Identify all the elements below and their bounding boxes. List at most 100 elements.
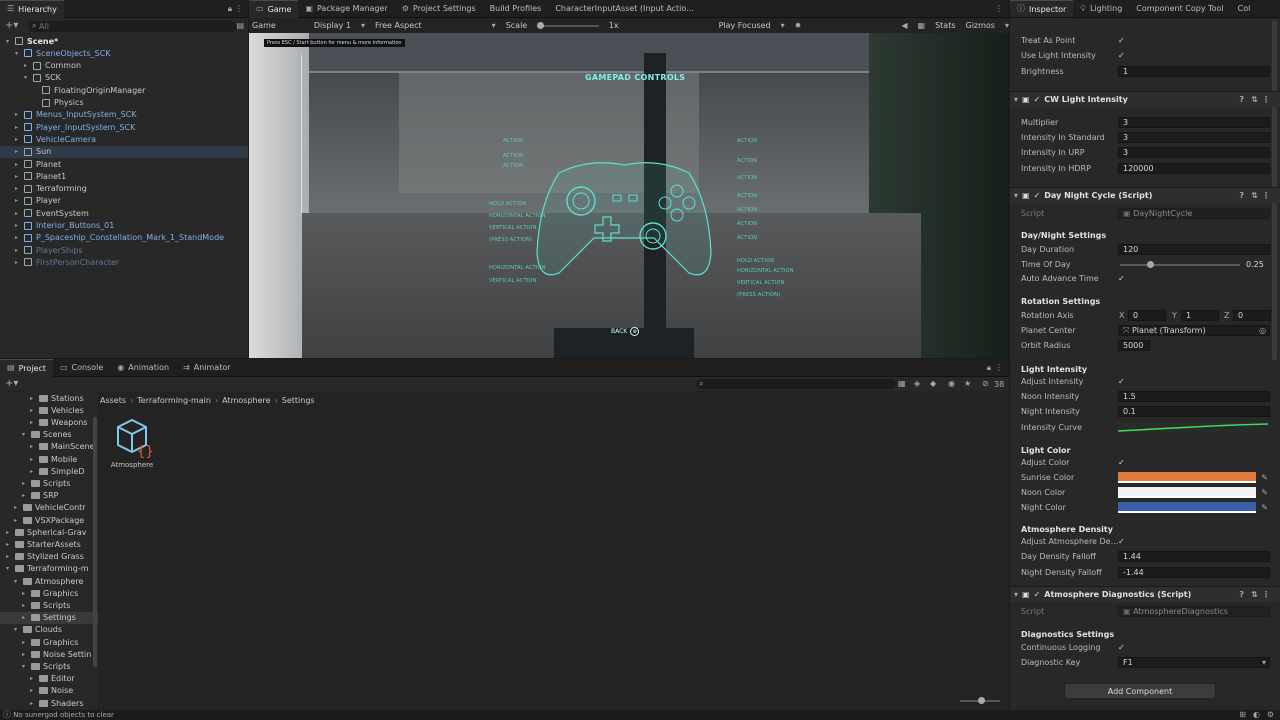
foldout-arrow-icon[interactable]: ▾ (14, 578, 23, 585)
hierarchy-item[interactable]: ▸ Menus_InputSystem_SCK (0, 109, 248, 121)
foldout-arrow-icon[interactable]: ▸ (30, 407, 39, 414)
continuous-logging-checkbox[interactable]: ✓ (1118, 643, 1127, 652)
orbit-radius-field[interactable]: 5000 (1118, 340, 1150, 351)
foldout-arrow-icon[interactable]: ▸ (6, 553, 15, 560)
adjust-density-checkbox[interactable]: ✓ (1118, 537, 1127, 546)
tab-console[interactable]: ▭ Console (53, 359, 110, 377)
project-folder[interactable]: ▸ Noise Settin (0, 648, 98, 660)
foldout-arrow-icon[interactable]: ▾ (1014, 191, 1018, 200)
cw-light-intensity-header[interactable]: ▾ ▣ ✓ CW Light Intensity ? ⇅ ⋮ (1010, 91, 1280, 107)
foldout-arrow-icon[interactable]: ▸ (15, 173, 24, 180)
rotation-x-field[interactable]: 0 (1128, 310, 1166, 321)
script-field[interactable]: ▣ AtmosphereDiagnostics (1118, 606, 1270, 617)
eyedropper-icon[interactable]: ✎ (1261, 503, 1268, 512)
breadcrumb-item[interactable]: Settings (282, 396, 315, 405)
hierarchy-item[interactable]: ▸ FirstPersonCharacter (0, 256, 248, 268)
day-falloff-field[interactable]: 1.44 (1118, 551, 1270, 562)
value-field[interactable]: 3 (1118, 147, 1270, 158)
hierarchy-item[interactable]: Physics (0, 97, 248, 109)
foldout-arrow-icon[interactable]: ▸ (30, 443, 39, 450)
tab-game[interactable]: ▭ Game (249, 0, 299, 18)
planet-center-field[interactable]: ⤧ Planet (Transform) (1118, 325, 1270, 336)
hierarchy-item[interactable]: ▸ Common (0, 60, 248, 72)
scale-slider[interactable] (537, 21, 599, 29)
value-field[interactable]: 1 (1118, 66, 1270, 77)
project-folder[interactable]: ▸ Stylized Grass (0, 551, 98, 563)
display-dropdown[interactable]: Display 1 (314, 21, 351, 30)
foldout-arrow-icon[interactable]: ▸ (22, 651, 31, 658)
diagnostic-key-dropdown[interactable]: F1 (1118, 657, 1270, 668)
project-folder[interactable]: ▸ Graphics (0, 636, 98, 648)
tree-scrollbar[interactable] (93, 417, 97, 667)
foldout-arrow-icon[interactable]: ▸ (15, 161, 24, 168)
hierarchy-item[interactable]: ▸ Sun (0, 145, 248, 158)
breadcrumb-item[interactable]: Terraforming-main (137, 396, 211, 405)
foldout-arrow-icon[interactable]: ▾ (15, 50, 24, 57)
tab-hierarchy[interactable]: ☰ Hierarchy (0, 0, 64, 18)
rotation-z-field[interactable]: 0 (1233, 310, 1271, 321)
checkbox[interactable]: ✓ (1118, 51, 1127, 60)
adjust-intensity-checkbox[interactable]: ✓ (1118, 377, 1127, 386)
foldout-arrow-icon[interactable]: ▸ (30, 468, 39, 475)
foldout-arrow-icon[interactable]: ▸ (15, 222, 24, 229)
project-folder[interactable]: ▸ Scripts (0, 477, 98, 489)
sunrise-color-swatch[interactable] (1118, 472, 1256, 483)
hierarchy-item[interactable]: ▸ Terraforming (0, 183, 248, 195)
scale-slider-handle[interactable] (537, 21, 545, 29)
foldout-arrow-icon[interactable]: ▸ (15, 234, 24, 241)
hierarchy-item[interactable]: ▸ P_Spaceship_Constellation_Mark_1_StandM… (0, 232, 248, 244)
foldout-arrow-icon[interactable]: ▸ (14, 517, 23, 524)
foldout-arrow-icon[interactable]: ▸ (30, 395, 39, 402)
more-menu-icon[interactable]: ⋮ (1262, 590, 1270, 599)
foldout-arrow-icon[interactable]: ▸ (30, 675, 39, 682)
view-dropdown[interactable]: Game (252, 21, 276, 30)
adjust-color-checkbox[interactable]: ✓ (1118, 458, 1127, 467)
more-menu-icon[interactable]: ⋮ (235, 4, 243, 13)
foldout-arrow-icon[interactable]: ▸ (15, 247, 24, 254)
search-by-type-icon[interactable]: ▦ (898, 380, 906, 388)
settings-icon[interactable]: ⚙ (1267, 711, 1274, 719)
project-folder[interactable]: ▸ Stations (0, 392, 98, 404)
project-folder[interactable]: ▸ Vehicles (0, 404, 98, 416)
time-of-day-value[interactable]: 0.25 (1246, 260, 1264, 269)
tab-build-profiles[interactable]: Build Profiles (483, 0, 549, 18)
more-menu-icon[interactable]: ⋮ (1262, 191, 1270, 200)
more-menu-icon[interactable]: ⋮ (1262, 95, 1270, 104)
presets-icon[interactable]: ⇅ (1251, 191, 1258, 200)
foldout-arrow-icon[interactable]: ▸ (30, 700, 39, 707)
hierarchy-item[interactable]: ▸ VehicleCamera (0, 133, 248, 145)
stats-button[interactable]: Stats (935, 21, 955, 30)
project-folder[interactable]: ▸ SimpleD (0, 465, 98, 477)
enabled-checkbox[interactable]: ✓ (1034, 191, 1041, 200)
object-picker-icon[interactable]: ◎ (1259, 326, 1266, 335)
project-folder[interactable]: ▸ SRP (0, 490, 98, 502)
icon-size-slider[interactable] (960, 697, 1000, 704)
project-folder[interactable]: ▸ Settings (0, 611, 98, 624)
foldout-arrow-icon[interactable]: ▸ (15, 136, 24, 143)
hierarchy-item[interactable]: ▾ Scene* (0, 35, 248, 47)
tab-project-settings[interactable]: ⚙ Project Settings (395, 0, 483, 18)
project-folder[interactable]: ▾ Clouds (0, 624, 98, 636)
foldout-arrow-icon[interactable]: ▸ (15, 124, 24, 131)
value-field[interactable]: 3 (1118, 117, 1270, 128)
project-folder[interactable]: ▸ Noise (0, 685, 98, 697)
foldout-arrow-icon[interactable]: ▾ (1014, 590, 1018, 599)
add-icon[interactable]: +▾ (5, 379, 18, 389)
foldout-arrow-icon[interactable]: ▸ (22, 492, 31, 499)
eyedropper-icon[interactable]: ✎ (1261, 473, 1268, 482)
project-folder[interactable]: ▾ Scenes (0, 429, 98, 441)
search-by-label-icon[interactable]: ◈ (914, 380, 920, 388)
foldout-arrow-icon[interactable]: ▸ (15, 185, 24, 192)
tab-inspector[interactable]: ⓘ Inspector (1010, 0, 1074, 17)
foldout-arrow-icon[interactable]: ▾ (6, 38, 15, 45)
presets-icon[interactable]: ⇅ (1251, 590, 1258, 599)
enabled-checkbox[interactable]: ✓ (1034, 95, 1041, 104)
foldout-arrow-icon[interactable]: ▾ (6, 565, 15, 572)
project-folder[interactable]: ▸ Spherical-Grav (0, 526, 98, 538)
hierarchy-item[interactable]: ▾ SceneObjects_SCK (0, 47, 248, 59)
tab-component-copy-tool[interactable]: Component Copy Tool (1129, 0, 1230, 17)
foldout-arrow-icon[interactable]: ▸ (15, 148, 24, 155)
foldout-arrow-icon[interactable]: ▸ (6, 541, 15, 548)
foldout-arrow-icon[interactable]: ▸ (15, 111, 24, 118)
breadcrumb-item[interactable]: Assets (100, 396, 126, 405)
